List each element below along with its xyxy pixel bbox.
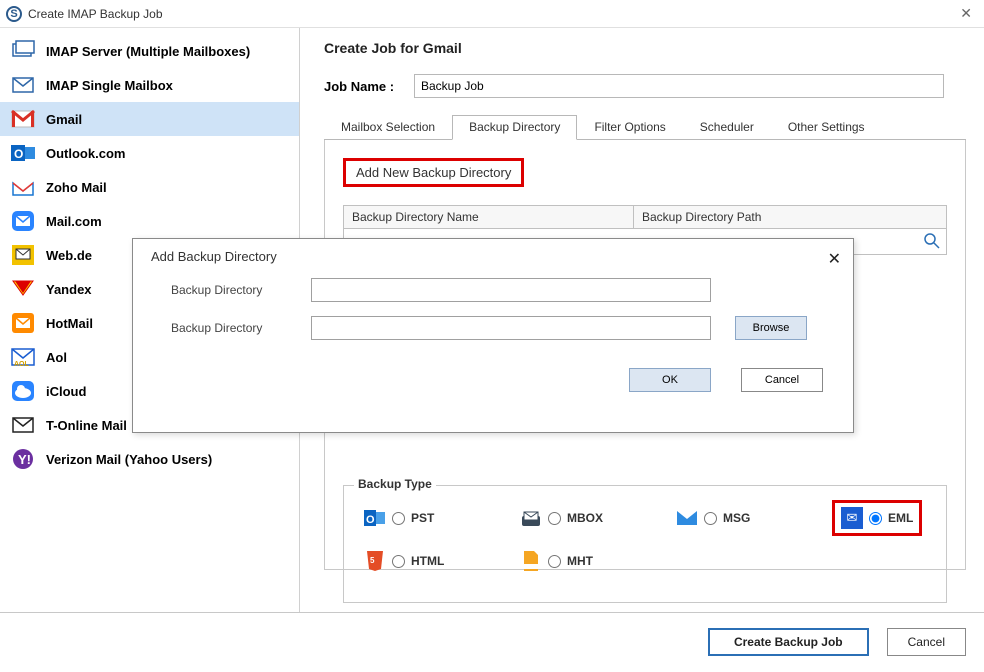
jobname-input[interactable]	[414, 74, 944, 98]
mbox-radio[interactable]	[548, 512, 561, 525]
sidebar-item-label: Outlook.com	[46, 146, 125, 161]
window-title: Create IMAP Backup Job	[28, 7, 954, 21]
outlook-icon: O	[10, 141, 36, 165]
mbox-icon	[520, 507, 542, 529]
dialog-cancel-button[interactable]: Cancel	[741, 368, 823, 392]
icloud-icon	[10, 379, 36, 403]
yandex-icon	[10, 277, 36, 301]
html-icon: 5	[364, 550, 386, 572]
aol-icon: AOL	[10, 345, 36, 369]
sidebar-item-zoho[interactable]: Zoho Mail	[0, 170, 299, 204]
sidebar-item-label: IMAP Server (Multiple Mailboxes)	[46, 44, 250, 59]
sidebar-item-label: Web.de	[46, 248, 92, 263]
tab-mailbox-selection[interactable]: Mailbox Selection	[324, 115, 452, 140]
gmail-icon	[10, 107, 36, 131]
col-directory-name: Backup Directory Name	[344, 206, 634, 228]
backup-type-pst[interactable]: O PST	[364, 507, 484, 529]
add-backup-directory-dialog: Add Backup Directory ✕ Backup Directory …	[132, 238, 854, 433]
pst-radio[interactable]	[392, 512, 405, 525]
sidebar-item-mailcom[interactable]: Mail.com	[0, 204, 299, 238]
pst-icon: O	[364, 507, 386, 529]
msg-radio[interactable]	[704, 512, 717, 525]
svg-text:O: O	[366, 514, 375, 526]
svg-text:O: O	[14, 147, 23, 161]
sidebar-item-label: Gmail	[46, 112, 82, 127]
pst-label: PST	[411, 511, 434, 525]
col-directory-path: Backup Directory Path	[634, 206, 946, 228]
webde-icon	[10, 243, 36, 267]
mht-icon	[520, 550, 542, 572]
sidebar-item-label: Aol	[46, 350, 67, 365]
sidebar-item-outlook[interactable]: O Outlook.com	[0, 136, 299, 170]
mht-radio[interactable]	[548, 555, 561, 568]
sidebar-item-label: Yandex	[46, 282, 92, 297]
svg-text:AOL: AOL	[14, 361, 30, 367]
dialog-close-icon[interactable]: ✕	[828, 249, 841, 269]
sidebar-item-label: Verizon Mail (Yahoo Users)	[46, 452, 212, 467]
browse-button[interactable]: Browse	[735, 316, 807, 340]
svg-text:Y!: Y!	[18, 452, 31, 467]
backup-directory-path-input[interactable]	[311, 316, 711, 340]
hotmail-icon	[10, 311, 36, 335]
tab-backup-directory[interactable]: Backup Directory	[452, 115, 577, 140]
dialog-title: Add Backup Directory	[151, 249, 835, 264]
eml-label: EML	[888, 511, 913, 525]
tab-scheduler[interactable]: Scheduler	[683, 115, 771, 140]
mbox-label: MBOX	[567, 511, 603, 525]
backup-type-group: Backup Type O PST MBOX	[343, 485, 947, 603]
backup-type-html[interactable]: 5 HTML	[364, 550, 484, 572]
mht-label: MHT	[567, 554, 593, 568]
footer: Create Backup Job Cancel	[0, 612, 984, 670]
sidebar-item-label: HotMail	[46, 316, 93, 331]
sidebar-item-label: Mail.com	[46, 214, 102, 229]
html-label: HTML	[411, 554, 444, 568]
svg-text:5: 5	[370, 556, 375, 565]
tab-other-settings[interactable]: Other Settings	[771, 115, 882, 140]
search-icon[interactable]	[922, 231, 942, 251]
eml-radio[interactable]	[869, 512, 882, 525]
msg-label: MSG	[723, 511, 750, 525]
backup-type-msg[interactable]: MSG	[676, 507, 796, 529]
backup-type-mht[interactable]: MHT	[520, 550, 640, 572]
backup-directory-name-input[interactable]	[311, 278, 711, 302]
window-close-icon[interactable]: ✕	[954, 5, 978, 22]
sidebar-item-label: T-Online Mail	[46, 418, 127, 433]
create-backup-job-button[interactable]: Create Backup Job	[708, 628, 869, 656]
dialog-ok-button[interactable]: OK	[629, 368, 711, 392]
dialog-field2-label: Backup Directory	[171, 321, 311, 335]
tab-filter-options[interactable]: Filter Options	[577, 115, 682, 140]
cancel-button[interactable]: Cancel	[887, 628, 966, 656]
server-icon	[10, 39, 36, 63]
jobname-label: Job Name :	[324, 79, 414, 94]
yahoo-icon: Y!	[10, 447, 36, 471]
tonline-icon	[10, 413, 36, 437]
backup-type-mbox[interactable]: MBOX	[520, 507, 640, 529]
sidebar-item-imap-single[interactable]: IMAP Single Mailbox	[0, 68, 299, 102]
tabs: Mailbox Selection Backup Directory Filte…	[324, 114, 966, 140]
sidebar-item-verizon[interactable]: Y! Verizon Mail (Yahoo Users)	[0, 442, 299, 476]
add-new-backup-directory-button[interactable]: Add New Backup Directory	[343, 158, 524, 187]
mailcom-icon	[10, 209, 36, 233]
directory-table-header: Backup Directory Name Backup Directory P…	[343, 205, 947, 229]
title-bar: S Create IMAP Backup Job ✕	[0, 0, 984, 28]
sidebar-item-gmail[interactable]: Gmail	[0, 102, 299, 136]
sidebar-item-label: Zoho Mail	[46, 180, 107, 195]
mailbox-icon	[10, 73, 36, 97]
app-icon: S	[6, 6, 22, 22]
eml-icon: ✉	[841, 507, 863, 529]
sidebar-item-imap-multi[interactable]: IMAP Server (Multiple Mailboxes)	[0, 34, 299, 68]
backup-type-eml[interactable]: ✉ EML	[832, 500, 922, 536]
page-title: Create Job for Gmail	[324, 40, 966, 56]
zoho-icon	[10, 175, 36, 199]
dialog-field1-label: Backup Directory	[171, 283, 311, 297]
sidebar-item-label: IMAP Single Mailbox	[46, 78, 173, 93]
msg-icon	[676, 507, 698, 529]
backup-type-legend: Backup Type	[354, 477, 436, 491]
html-radio[interactable]	[392, 555, 405, 568]
sidebar-item-label: iCloud	[46, 384, 86, 399]
